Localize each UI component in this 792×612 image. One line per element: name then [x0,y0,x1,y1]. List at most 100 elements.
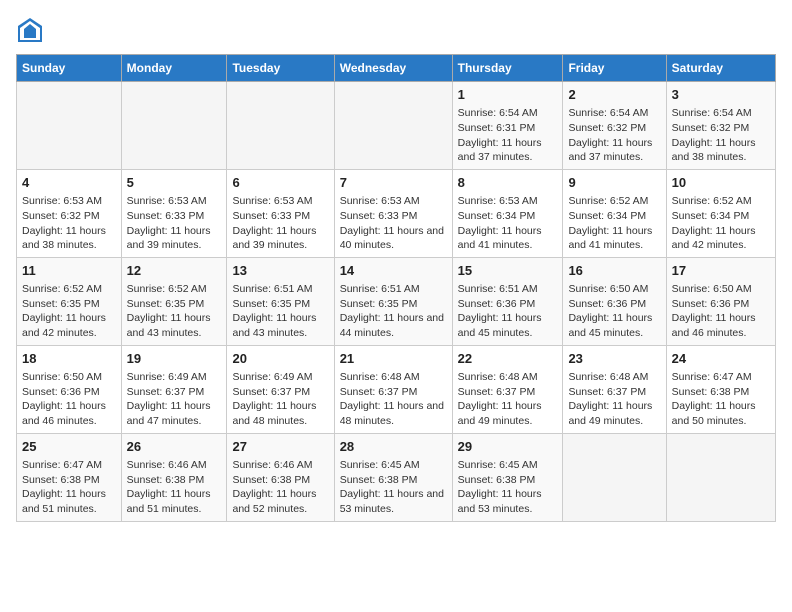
day-number: 5 [127,174,222,192]
calendar-cell: 5 Sunrise: 6:53 AM Sunset: 6:33 PM Daylig… [121,169,227,257]
day-number: 3 [672,86,770,104]
day-info: Sunrise: 6:53 AM Sunset: 6:34 PM Dayligh… [458,194,558,253]
calendar-cell: 7 Sunrise: 6:53 AM Sunset: 6:33 PM Daylig… [334,169,452,257]
calendar-cell: 28 Sunrise: 6:45 AM Sunset: 6:38 PM Dayli… [334,433,452,521]
day-info: Sunrise: 6:53 AM Sunset: 6:33 PM Dayligh… [340,194,447,253]
day-info: Sunrise: 6:48 AM Sunset: 6:37 PM Dayligh… [458,370,558,429]
calendar-week-row: 1 Sunrise: 6:54 AM Sunset: 6:31 PM Daylig… [17,82,776,170]
day-number: 9 [568,174,660,192]
calendar-cell [563,433,666,521]
calendar-week-row: 25 Sunrise: 6:47 AM Sunset: 6:38 PM Dayli… [17,433,776,521]
day-info: Sunrise: 6:46 AM Sunset: 6:38 PM Dayligh… [232,458,328,517]
calendar-cell: 14Sunrise: 6:51 AM Sunset: 6:35 PM Dayli… [334,257,452,345]
day-info: Sunrise: 6:52 AM Sunset: 6:34 PM Dayligh… [568,194,660,253]
calendar-cell: 26Sunrise: 6:46 AM Sunset: 6:38 PM Dayli… [121,433,227,521]
day-info: Sunrise: 6:52 AM Sunset: 6:34 PM Dayligh… [672,194,770,253]
calendar-cell: 20 Sunrise: 6:49 AM Sunset: 6:37 PM Dayli… [227,345,334,433]
day-info: Sunrise: 6:51 AM Sunset: 6:36 PM Dayligh… [458,282,558,341]
day-number: 23 [568,350,660,368]
day-info: Sunrise: 6:53 AM Sunset: 6:33 PM Dayligh… [127,194,222,253]
day-number: 15 [458,262,558,280]
calendar-cell: 24 Sunrise: 6:47 AM Sunset: 6:38 PM Dayli… [666,345,775,433]
day-info: Sunrise: 6:50 AM Sunset: 6:36 PM Dayligh… [672,282,770,341]
day-info: Sunrise: 6:54 AM Sunset: 6:32 PM Dayligh… [672,106,770,165]
day-number: 11 [22,262,116,280]
col-header-friday: Friday [563,55,666,82]
day-number: 22 [458,350,558,368]
calendar-cell [121,82,227,170]
day-info: Sunrise: 6:51 AM Sunset: 6:35 PM Dayligh… [340,282,447,341]
logo [16,16,48,44]
day-number: 6 [232,174,328,192]
calendar-cell: 12 Sunrise: 6:52 AM Sunset: 6:35 PM Dayli… [121,257,227,345]
day-number: 16 [568,262,660,280]
calendar-cell: 2 Sunrise: 6:54 AM Sunset: 6:32 PM Daylig… [563,82,666,170]
calendar-cell: 10Sunrise: 6:52 AM Sunset: 6:34 PM Dayli… [666,169,775,257]
day-number: 12 [127,262,222,280]
calendar-cell: 9 Sunrise: 6:52 AM Sunset: 6:34 PM Daylig… [563,169,666,257]
day-number: 17 [672,262,770,280]
calendar-cell: 11 Sunrise: 6:52 AM Sunset: 6:35 PM Dayli… [17,257,122,345]
calendar-cell [227,82,334,170]
col-header-wednesday: Wednesday [334,55,452,82]
day-info: Sunrise: 6:54 AM Sunset: 6:31 PM Dayligh… [458,106,558,165]
calendar-cell: 1 Sunrise: 6:54 AM Sunset: 6:31 PM Daylig… [452,82,563,170]
calendar-cell: 4 Sunrise: 6:53 AM Sunset: 6:32 PM Daylig… [17,169,122,257]
day-info: Sunrise: 6:52 AM Sunset: 6:35 PM Dayligh… [22,282,116,341]
day-number: 18 [22,350,116,368]
logo-icon [16,16,44,44]
calendar-cell: 16 Sunrise: 6:50 AM Sunset: 6:36 PM Dayli… [563,257,666,345]
calendar-cell: 23Sunrise: 6:48 AM Sunset: 6:37 PM Dayli… [563,345,666,433]
day-number: 4 [22,174,116,192]
day-number: 25 [22,438,116,456]
calendar-week-row: 11 Sunrise: 6:52 AM Sunset: 6:35 PM Dayli… [17,257,776,345]
day-info: Sunrise: 6:53 AM Sunset: 6:32 PM Dayligh… [22,194,116,253]
col-header-sunday: Sunday [17,55,122,82]
col-header-monday: Monday [121,55,227,82]
col-header-tuesday: Tuesday [227,55,334,82]
day-info: Sunrise: 6:49 AM Sunset: 6:37 PM Dayligh… [232,370,328,429]
day-number: 13 [232,262,328,280]
calendar-week-row: 18 Sunrise: 6:50 AM Sunset: 6:36 PM Dayli… [17,345,776,433]
day-number: 21 [340,350,447,368]
day-number: 27 [232,438,328,456]
day-info: Sunrise: 6:51 AM Sunset: 6:35 PM Dayligh… [232,282,328,341]
day-info: Sunrise: 6:52 AM Sunset: 6:35 PM Dayligh… [127,282,222,341]
day-number: 1 [458,86,558,104]
calendar-cell: 19 Sunrise: 6:49 AM Sunset: 6:37 PM Dayli… [121,345,227,433]
day-number: 28 [340,438,447,456]
calendar-cell [666,433,775,521]
calendar-cell: 22 Sunrise: 6:48 AM Sunset: 6:37 PM Dayli… [452,345,563,433]
calendar-table: SundayMondayTuesdayWednesdayThursdayFrid… [16,54,776,522]
day-number: 26 [127,438,222,456]
day-number: 29 [458,438,558,456]
day-info: Sunrise: 6:48 AM Sunset: 6:37 PM Dayligh… [340,370,447,429]
day-info: Sunrise: 6:45 AM Sunset: 6:38 PM Dayligh… [340,458,447,517]
day-info: Sunrise: 6:49 AM Sunset: 6:37 PM Dayligh… [127,370,222,429]
calendar-header-row: SundayMondayTuesdayWednesdayThursdayFrid… [17,55,776,82]
day-info: Sunrise: 6:50 AM Sunset: 6:36 PM Dayligh… [568,282,660,341]
day-number: 20 [232,350,328,368]
calendar-cell: 6 Sunrise: 6:53 AM Sunset: 6:33 PM Daylig… [227,169,334,257]
calendar-cell: 17 Sunrise: 6:50 AM Sunset: 6:36 PM Dayli… [666,257,775,345]
day-info: Sunrise: 6:54 AM Sunset: 6:32 PM Dayligh… [568,106,660,165]
day-info: Sunrise: 6:47 AM Sunset: 6:38 PM Dayligh… [22,458,116,517]
day-info: Sunrise: 6:50 AM Sunset: 6:36 PM Dayligh… [22,370,116,429]
calendar-cell [17,82,122,170]
page-header [16,16,776,44]
day-number: 2 [568,86,660,104]
day-number: 7 [340,174,447,192]
day-info: Sunrise: 6:53 AM Sunset: 6:33 PM Dayligh… [232,194,328,253]
calendar-cell: 15 Sunrise: 6:51 AM Sunset: 6:36 PM Dayli… [452,257,563,345]
calendar-cell [334,82,452,170]
day-number: 24 [672,350,770,368]
calendar-cell: 25 Sunrise: 6:47 AM Sunset: 6:38 PM Dayli… [17,433,122,521]
calendar-week-row: 4 Sunrise: 6:53 AM Sunset: 6:32 PM Daylig… [17,169,776,257]
calendar-cell: 18 Sunrise: 6:50 AM Sunset: 6:36 PM Dayli… [17,345,122,433]
day-number: 19 [127,350,222,368]
day-info: Sunrise: 6:47 AM Sunset: 6:38 PM Dayligh… [672,370,770,429]
col-header-saturday: Saturday [666,55,775,82]
col-header-thursday: Thursday [452,55,563,82]
calendar-cell: 27 Sunrise: 6:46 AM Sunset: 6:38 PM Dayli… [227,433,334,521]
calendar-cell: 8Sunrise: 6:53 AM Sunset: 6:34 PM Daylig… [452,169,563,257]
